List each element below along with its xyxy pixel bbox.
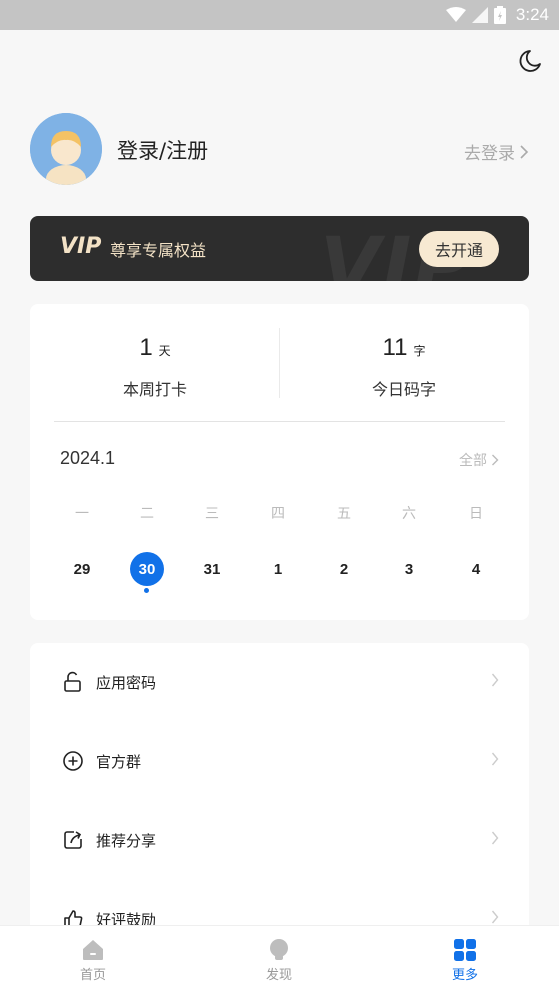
menu-item-label: 官方群 [96,753,142,771]
profile-row[interactable]: 登录/注册 去登录 [30,113,529,185]
divider [279,328,280,398]
chevron-right-icon [492,454,499,466]
home-icon [83,940,103,960]
calendar-date[interactable]: 4 [456,560,496,580]
menu-item-app-password[interactable]: 应用密码 [30,653,529,713]
plus-circle-icon [63,751,83,771]
lock-icon [64,671,81,692]
go-login-label: 去登录 [464,144,515,164]
calendar-date[interactable]: 1 [258,560,298,580]
weekly-checkin-stat[interactable]: 1天 本周打卡 [40,334,270,400]
stat-unit: 天 [158,344,171,358]
tab-home[interactable]: 首页 [58,938,128,983]
clock: 3:24 [515,5,549,24]
weekday-label: 六 [402,506,416,522]
login-register-title[interactable]: 登录/注册 [117,135,208,165]
calendar-date[interactable]: 29 [62,560,102,580]
calendar-date[interactable]: 2 [324,560,364,580]
tab-more[interactable]: 更多 [430,938,500,983]
chevron-right-icon [520,144,529,159]
chevron-right-icon [491,673,499,687]
today-dot-marker [144,588,149,593]
chevron-right-icon [491,910,499,924]
stat-value: 11 [382,334,408,361]
vip-benefits-text: 尊享专属权益 [110,241,207,260]
chevron-right-icon [491,752,499,766]
calendar-all-link[interactable]: 全部 [459,450,499,470]
daily-wordcount-stat[interactable]: 11 字 今日码字 [289,334,519,400]
calendar-date-today[interactable]: 30 [127,560,167,580]
stat-label: 本周打卡 [122,380,187,399]
menu-card: 应用密码 官方群 推荐分享 好评鼓励 [30,643,529,943]
wifi-icon [445,7,466,22]
chevron-right-icon [491,831,499,845]
calendar-all-label: 全部 [459,453,487,469]
bulb-icon [270,939,288,960]
weekday-label: 五 [337,506,351,522]
stat-label: 今日码字 [371,380,436,399]
battery-icon [493,6,506,24]
go-login-link[interactable]: 去登录 [464,139,529,164]
menu-item-share[interactable]: 推荐分享 [30,811,529,871]
stat-value: 1 [139,334,153,361]
status-bar: 3:24 [0,0,559,30]
tab-label: 发现 [265,968,292,983]
tab-discover[interactable]: 发现 [244,938,314,983]
calendar-date[interactable]: 31 [192,560,232,580]
activate-vip-button[interactable]: 去开通 [419,231,499,267]
divider [54,421,505,422]
menu-item-label: 推荐分享 [96,832,157,850]
stats-card: 1天 本周打卡 11 字 今日码字 2024.1 全部 一 二 三 四 五 六 日… [30,304,529,620]
menu-item-label: 应用密码 [96,674,157,692]
grid-icon [454,939,476,961]
moon-icon[interactable] [517,48,543,74]
share-icon [64,831,82,849]
weekday-label: 二 [140,506,154,522]
tab-label: 首页 [79,968,106,983]
signal-icon [471,7,488,23]
bottom-tab-bar: 首页 发现 更多 [0,925,559,995]
weekday-label: 四 [271,506,285,522]
calendar-month: 2024.1 [60,448,116,468]
calendar-date[interactable]: 3 [389,560,429,580]
weekday-label: 日 [469,506,483,522]
vip-logo: VIP [60,234,102,259]
tab-label: 更多 [451,968,478,983]
weekday-label: 一 [75,506,89,522]
stat-unit: 字 [413,344,426,358]
menu-item-official-group[interactable]: 官方群 [30,732,529,792]
vip-banner[interactable]: VIP VIP 尊享专属权益 去开通 [30,216,529,281]
avatar[interactable] [30,113,102,185]
weekday-label: 三 [205,506,219,522]
